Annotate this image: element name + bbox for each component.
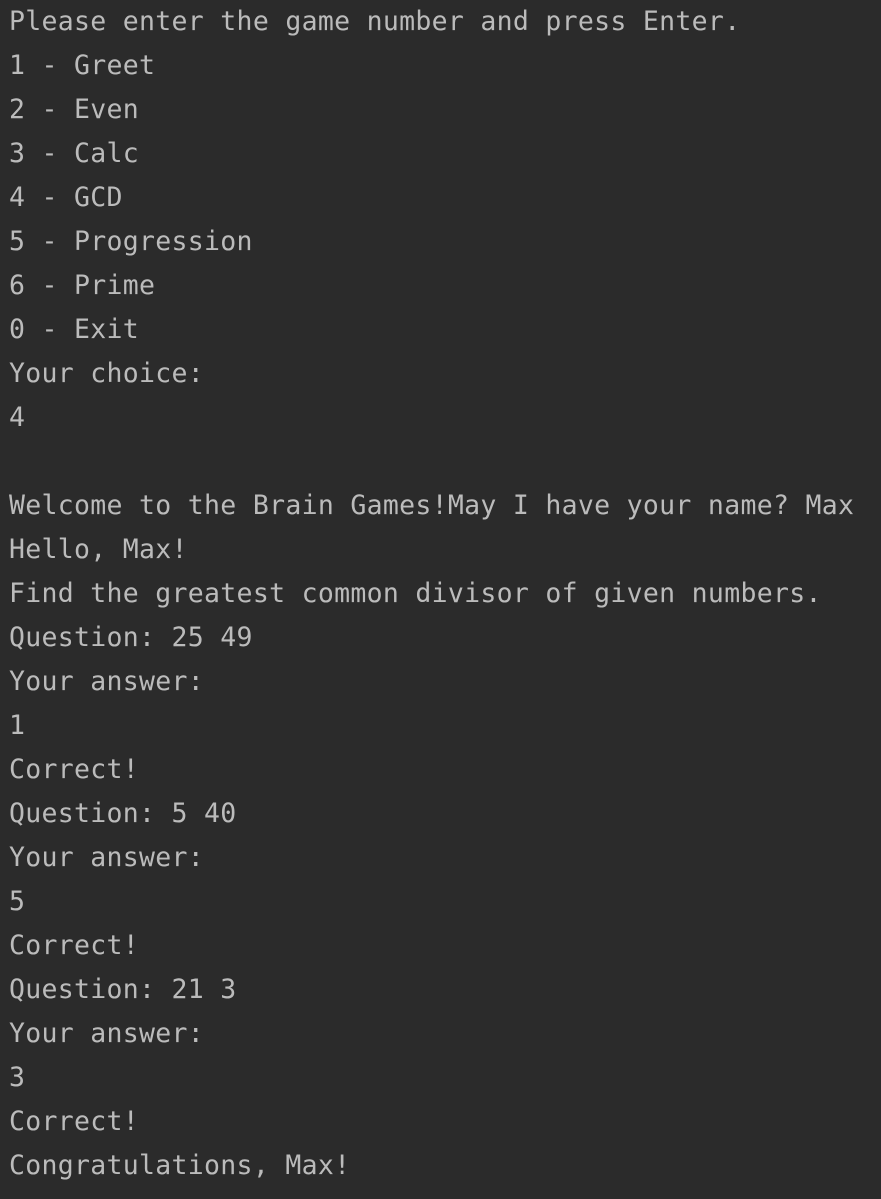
console-line: 5 - Progression bbox=[9, 226, 253, 257]
console-user-input: 3 bbox=[9, 1062, 26, 1093]
console-user-input: 5 bbox=[9, 886, 26, 917]
console-line: Find the greatest common divisor of give… bbox=[9, 578, 822, 609]
console-line: Question: 5 40 bbox=[9, 798, 237, 829]
console-line: Your answer: bbox=[9, 842, 205, 873]
console-line: Congratulations, Max! bbox=[9, 1150, 351, 1181]
console-line: Your choice: bbox=[9, 358, 205, 389]
console-line: Please enter the game number and press E… bbox=[9, 6, 741, 37]
console-user-input: 4 bbox=[9, 402, 26, 433]
console-line: Question: 21 3 bbox=[9, 974, 237, 1005]
console-line: Your answer: bbox=[9, 1018, 205, 1049]
console-line: Question: 25 49 bbox=[9, 622, 253, 653]
console-line: 0 - Exit bbox=[9, 314, 140, 345]
console-line: Hello, Max! bbox=[9, 534, 188, 565]
console-output[interactable]: Please enter the game number and press E… bbox=[0, 0, 881, 1199]
console-line: 6 - Prime bbox=[9, 270, 156, 301]
console-line: 3 - Calc bbox=[9, 138, 140, 169]
console-line: Correct! bbox=[9, 1106, 140, 1137]
console-line: 2 - Even bbox=[9, 94, 140, 125]
console-line: Correct! bbox=[9, 930, 140, 961]
console-line: Correct! bbox=[9, 754, 140, 785]
console-line: Welcome to the Brain Games!May I have yo… bbox=[9, 490, 855, 521]
console-line: Your answer: bbox=[9, 666, 205, 697]
console-user-input: 1 bbox=[9, 710, 26, 741]
console-line: 4 - GCD bbox=[9, 182, 123, 213]
console-line: 1 - Greet bbox=[9, 50, 156, 81]
